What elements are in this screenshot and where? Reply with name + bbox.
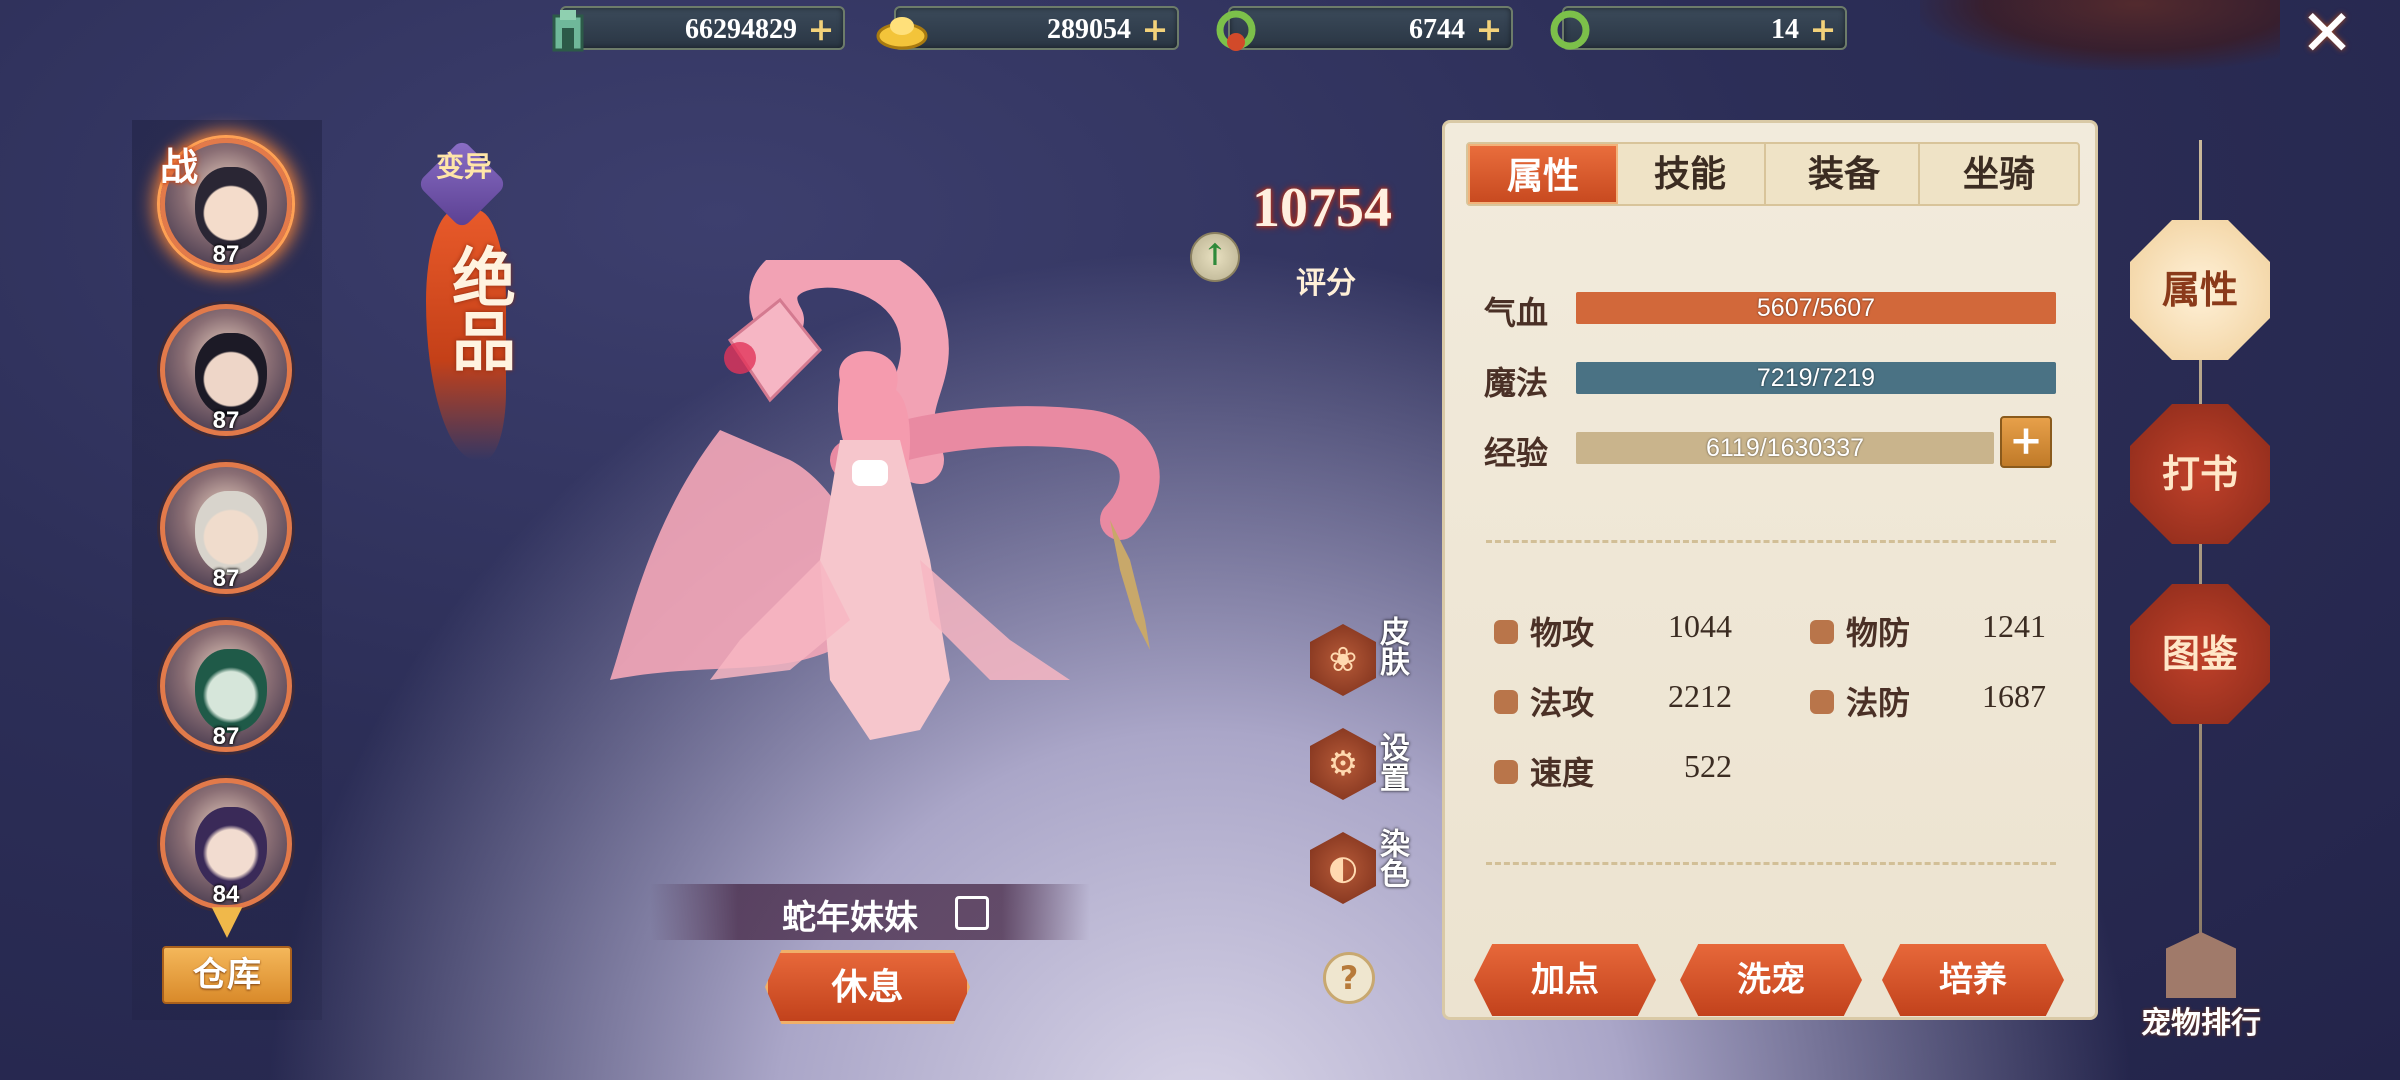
pet-portrait [195,491,267,575]
grade-label: 绝品 [441,244,516,372]
reroll-pet-button[interactable]: 洗宠 [1680,944,1862,1016]
upgrade-arrow-icon[interactable]: ↑ [1190,232,1240,282]
add-currency-button[interactable]: + [1141,13,1169,45]
mp-label: 魔法 [1484,364,1549,402]
help-button[interactable]: ? [1323,952,1375,1004]
score-label: 评分 [1296,266,1356,301]
pet-slot[interactable]: 84 [160,778,292,910]
pet-level: 87 [212,407,240,434]
sword-icon [1494,620,1518,644]
divider [1486,540,2056,543]
pet-portrait [195,167,267,251]
mp-bar: 7219/7219 [1576,362,2056,394]
header-cloud-decoration [1920,0,2280,70]
tab-skills[interactable]: 技能 [1616,144,1766,204]
pet-slot[interactable]: 87 [160,462,292,594]
rest-button[interactable]: 休息 [765,950,970,1024]
edit-name-icon[interactable] [955,896,989,930]
magic-atk-value: 2212 [1668,678,1732,714]
currency-value: 66294829 [685,14,797,45]
pet-slot[interactable]: 87 [160,304,292,436]
currency-value: 289054 [1047,14,1131,45]
warehouse-button[interactable]: 仓库 [162,946,292,1004]
skin-icon[interactable]: ❀ [1310,624,1376,696]
magic-atk-icon [1494,690,1518,714]
jade-coin-icon [552,10,584,52]
speed-label: 速度 [1530,754,1595,792]
score-value: 10754 [1252,177,1392,239]
train-button[interactable]: 培养 [1882,944,2064,1016]
pet-portrait [195,333,267,417]
magic-def-value: 1687 [1982,678,2046,714]
hp-value: 5607/5607 [1756,294,1876,322]
tab-equipment[interactable]: 装备 [1770,144,1920,204]
nav-skill-books[interactable]: 打书 [2130,404,2270,544]
add-currency-button[interactable]: + [807,13,835,45]
shield-icon [1810,620,1834,644]
gear-icon[interactable]: ⚙ [1310,728,1376,800]
mp-value: 7219/7219 [1756,364,1876,392]
pet-slot[interactable]: 87 [160,620,292,752]
currency-dragon-bound: 6744 + [1216,6,1513,51]
phys-atk-label: 物攻 [1530,614,1595,652]
hp-bar: 5607/5607 [1576,292,2056,324]
nav-codex[interactable]: 图鉴 [2130,584,2270,724]
currency-value: 14 [1771,14,1799,45]
divider [1486,862,2056,865]
exp-label: 经验 [1484,434,1549,472]
mutation-label: 变异 [435,150,492,183]
phys-def-label: 物防 [1846,614,1911,652]
chevron-down-icon[interactable]: ▼ [205,900,249,940]
nav-attributes[interactable]: 属性 [2130,220,2270,360]
attribute-panel [1442,120,2098,1020]
speed-value: 522 [1684,748,1732,784]
tab-mount[interactable]: 坐骑 [1924,144,2074,204]
add-exp-button[interactable]: + [2000,416,2052,468]
pet-ranking-label[interactable]: 宠物排行 [2136,998,2266,1042]
currency-jade: 66294829 + [552,6,845,52]
add-currency-button[interactable]: + [1809,13,1837,45]
magic-shield-icon [1810,690,1834,714]
speed-icon [1494,760,1518,784]
close-icon[interactable]: ✕ [2294,2,2360,70]
pet-portrait [195,807,267,891]
currency-gold: 289054 + [876,6,1179,50]
phys-def-value: 1241 [1982,608,2046,644]
tab-attributes[interactable]: 属性 [1468,144,1618,204]
add-points-button[interactable]: 加点 [1474,944,1656,1016]
exp-value: 6119/1630337 [1705,434,1865,462]
pet-level: 87 [212,723,240,750]
green-dragon-icon [1550,10,1590,50]
phys-atk-value: 1044 [1668,608,1732,644]
magic-atk-label: 法攻 [1530,684,1595,722]
pet-model [610,260,1160,740]
exp-bar: 6119/1630337 [1576,432,1994,464]
pet-portrait [195,649,267,733]
green-dragon-bound-icon [1216,10,1256,51]
currency-value: 6744 [1409,14,1465,45]
skin-button[interactable]: 皮肤 [1368,616,1409,696]
hp-label: 气血 [1484,294,1549,332]
settings-button[interactable]: 设置 [1368,732,1409,812]
magic-def-label: 法防 [1846,684,1911,722]
battle-badge: 战 [160,144,199,189]
currency-dragon: 14 + [1550,6,1847,50]
pet-level: 87 [212,241,240,268]
palette-icon[interactable]: ◐ [1310,832,1376,904]
pet-name: 蛇年妹妹 [782,898,918,938]
gold-ingot-icon [876,17,928,50]
ranking-icon[interactable] [2166,932,2236,998]
pet-level: 87 [212,565,240,592]
add-currency-button[interactable]: + [1475,13,1503,45]
dye-button[interactable]: 染色 [1368,828,1409,908]
